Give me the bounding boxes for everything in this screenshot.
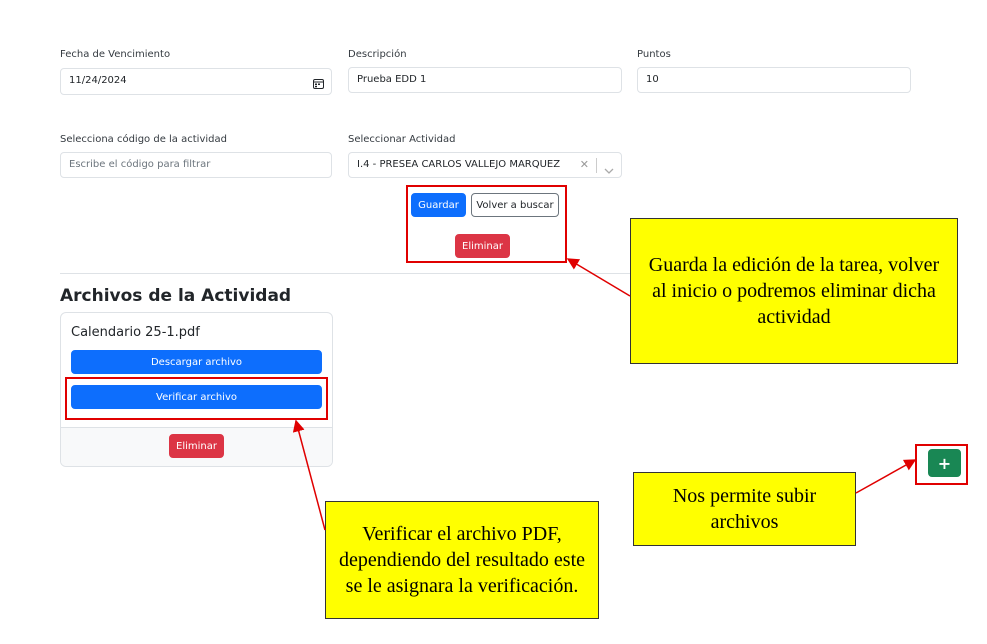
actions-callout: Guarda la edición de la tarea, volver al… [630, 218, 958, 364]
clear-icon[interactable]: ✕ [580, 153, 589, 177]
description-label: Descripción [348, 49, 407, 60]
points-label: Puntos [637, 49, 671, 60]
description-field[interactable]: Prueba EDD 1 [348, 67, 622, 93]
upload-callout: Nos permite subir archivos [633, 472, 856, 546]
activity-code-input[interactable]: Escribe el código para filtrar [60, 152, 332, 178]
points-field[interactable]: 10 [637, 67, 911, 93]
download-file-button[interactable]: Descargar archivo [71, 350, 322, 374]
due-date-field[interactable]: 11/24/2024 [60, 68, 332, 95]
verify-highlight-box [65, 377, 328, 420]
files-section-title: Archivos de la Actividad [60, 286, 292, 306]
activity-code-label: Selecciona código de la actividad [60, 134, 227, 145]
arrow-to-actions [566, 258, 631, 297]
arrow-to-add [855, 459, 917, 494]
activity-select-label: Seleccionar Actividad [348, 134, 456, 145]
due-date-label: Fecha de Vencimiento [60, 49, 171, 60]
upload-highlight-box [915, 444, 968, 485]
select-divider [596, 158, 597, 173]
due-date-value: 11/24/2024 [69, 75, 127, 86]
chevron-down-icon[interactable] [604, 161, 614, 185]
file-card-footer: Eliminar [61, 427, 332, 466]
file-name: Calendario 25-1.pdf [71, 325, 200, 340]
verify-callout: Verificar el archivo PDF, dependiendo de… [325, 501, 599, 619]
section-divider [60, 273, 630, 274]
activity-select[interactable]: I.4 - PRESEA CARLOS VALLEJO MARQUEZ ✕ [348, 152, 622, 178]
actions-highlight-box [406, 185, 567, 263]
delete-file-button[interactable]: Eliminar [169, 434, 224, 458]
activity-select-value: I.4 - PRESEA CARLOS VALLEJO MARQUEZ [357, 159, 561, 170]
calendar-icon[interactable] [313, 75, 324, 99]
